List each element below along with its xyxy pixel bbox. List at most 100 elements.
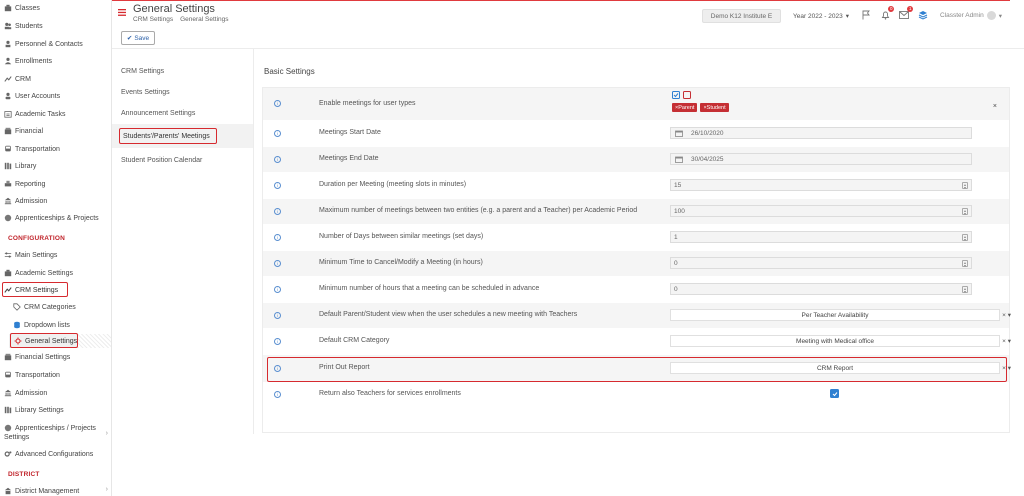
max-meetings-input[interactable]: 100 ▴ ▾ — [670, 205, 972, 217]
user-menu[interactable]: Classter Admin ▾ — [940, 11, 1002, 20]
year-label: Year 2022 - 2023 — [793, 12, 843, 20]
sidebar-item-label: Academic Settings — [15, 269, 73, 277]
sidebar-item-advanced-config[interactable]: Advanced Configurations — [3, 447, 93, 461]
stepper-icon[interactable]: ▴ ▾ — [962, 182, 968, 190]
setting-label: Duration per Meeting (meeting slots in m… — [319, 181, 467, 188]
bus-icon — [3, 371, 12, 380]
min-cancel-input[interactable]: 0 ▴ ▾ — [670, 257, 972, 269]
sidebar-item-financial-settings[interactable]: Financial Settings — [3, 350, 70, 364]
district-icon — [3, 487, 12, 496]
sidebar-item-enrollments[interactable]: Enrollments — [3, 54, 52, 68]
breadcrumb-item[interactable]: General Settings — [180, 16, 228, 23]
setting-row-user-types: i Enable meetings for user types × Paren… — [263, 88, 1009, 120]
start-date-input[interactable]: 26/10/2020 — [670, 127, 972, 139]
setting-label: Minimum number of hours that a meeting c… — [319, 285, 540, 292]
save-button[interactable]: ✔ Save — [121, 31, 155, 45]
chevron-right-icon: › — [105, 486, 108, 493]
sidebar-item-label: Reporting — [15, 180, 46, 188]
bell-icon[interactable]: 0 — [879, 6, 894, 21]
field-value: 30/04/2025 — [691, 155, 724, 163]
sidebar-item-students[interactable]: Students — [3, 19, 43, 33]
info-icon[interactable]: i — [274, 130, 281, 137]
layers-icon[interactable] — [917, 9, 929, 21]
database-icon — [12, 321, 21, 330]
institute-selector[interactable]: Demo K12 Institute E — [702, 9, 781, 23]
checkbox-checked[interactable] — [672, 91, 680, 99]
checkbox-unchecked[interactable] — [683, 91, 691, 99]
setting-row-return-teachers: i Return also Teachers for services enro… — [263, 383, 1009, 408]
sidebar-item-main-settings[interactable]: Main Settings — [3, 248, 57, 262]
breadcrumb-item[interactable]: CRM Settings — [133, 16, 173, 23]
sidebar-item-apprenticeships[interactable]: Apprenticeships & Projects — [3, 211, 99, 225]
info-icon[interactable]: i — [274, 208, 281, 215]
clear-icon[interactable]: × ▾ — [1002, 337, 1011, 345]
top-accent-line — [0, 0, 1010, 1]
sidebar-item-label: CRM — [15, 75, 31, 83]
info-icon[interactable]: i — [274, 156, 281, 163]
stepper-icon[interactable]: ▴ ▾ — [962, 234, 968, 242]
tag-student[interactable]: × Student — [700, 103, 729, 112]
sidebar-item-apprenticeships-settings-line2[interactable]: Settings — [4, 430, 29, 444]
sidebar-item-academic-settings[interactable]: Academic Settings — [3, 266, 73, 280]
sidebar-item-admission[interactable]: Admission — [3, 194, 47, 208]
save-label: Save — [134, 34, 150, 42]
sidebar-item-library-settings[interactable]: Library Settings — [3, 403, 64, 417]
info-icon[interactable]: i — [274, 391, 281, 398]
info-icon[interactable]: i — [274, 182, 281, 189]
settings-nav-crm-settings[interactable]: CRM Settings — [121, 68, 164, 75]
field-value: 0 — [674, 285, 678, 293]
min-advance-input[interactable]: 0 ▴ ▾ — [670, 283, 972, 295]
sidebar-item-dropdown-lists[interactable]: Dropdown lists — [12, 318, 70, 332]
stepper-icon[interactable]: ▴ ▾ — [962, 208, 968, 216]
sidebar-item-admission-settings[interactable]: Admission — [3, 386, 47, 400]
sidebar-item-label: Main Settings — [15, 251, 58, 259]
sidebar-item-reporting[interactable]: Reporting — [3, 177, 45, 191]
sidebar-item-transportation[interactable]: Transportation — [3, 142, 60, 156]
sidebar-item-label: Admission — [15, 197, 48, 205]
default-crm-category-select[interactable]: Meeting with Medical office × ▾ — [670, 335, 1011, 347]
duration-input[interactable]: 15 ▴ ▾ — [670, 179, 972, 191]
sidebar-item-user-accounts[interactable]: User Accounts — [3, 89, 60, 103]
sidebar-item-classes[interactable]: Classes — [3, 1, 40, 15]
settings-nav-announcement-settings[interactable]: Announcement Settings — [121, 110, 195, 117]
sidebar-item-label: District Management — [15, 487, 80, 495]
info-icon[interactable]: i — [274, 100, 281, 107]
flag-icon[interactable] — [860, 9, 872, 21]
end-date-input[interactable]: 30/04/2025 — [670, 153, 972, 165]
year-selector[interactable]: Year 2022 - 2023 ▾ — [788, 9, 854, 23]
sidebar-item-financial[interactable]: Financial — [3, 124, 43, 138]
clear-tags-icon[interactable]: × — [993, 103, 997, 110]
sidebar-item-transportation-settings[interactable]: Transportation — [3, 368, 60, 382]
info-icon[interactable]: i — [274, 260, 281, 267]
stepper-icon[interactable]: ▴ ▾ — [962, 260, 968, 268]
return-teachers-checkbox[interactable] — [830, 389, 839, 398]
tag-parent[interactable]: × Parent — [672, 103, 698, 112]
sidebar-item-crm-categories[interactable]: CRM Categories — [12, 300, 76, 314]
days-between-input[interactable]: 1 ▴ ▾ — [670, 231, 972, 243]
sidebar-item-library[interactable]: Library — [3, 159, 36, 173]
sidebar-hatch — [78, 334, 111, 348]
setting-label: Default Parent/Student view when the use… — [319, 311, 578, 318]
sidebar-item-crm[interactable]: CRM — [3, 72, 31, 86]
info-icon[interactable]: i — [274, 234, 281, 241]
field-value: 1 — [674, 233, 678, 241]
mail-icon[interactable]: 1 — [898, 6, 913, 21]
sidebar-item-label: Library Settings — [15, 406, 64, 414]
clear-icon[interactable]: × ▾ — [1002, 311, 1011, 319]
setting-label: Default CRM Category — [319, 337, 390, 344]
user-type-tags: × Parent × Student — [672, 103, 732, 112]
sidebar-item-personnel[interactable]: Personnel & Contacts — [3, 37, 83, 51]
sidebar-item-academic-tasks[interactable]: Academic Tasks — [3, 107, 65, 121]
sidebar-item-district-management[interactable]: District Management — [3, 484, 79, 496]
settings-nav-student-position-calendar[interactable]: Student Position Calendar — [121, 157, 202, 164]
info-icon[interactable]: i — [274, 286, 281, 293]
stepper-icon[interactable]: ▴ ▾ — [962, 286, 968, 294]
settings-nav-divider — [253, 49, 254, 434]
default-view-select[interactable]: Per Teacher Availability × ▾ — [670, 309, 1011, 321]
info-icon[interactable]: i — [274, 312, 281, 319]
info-icon[interactable]: i — [274, 338, 281, 345]
settings-nav-events-settings[interactable]: Events Settings — [121, 89, 170, 96]
building-icon — [3, 389, 12, 398]
menu-toggle-icon[interactable] — [118, 9, 126, 18]
financial-settings-icon — [3, 353, 12, 362]
